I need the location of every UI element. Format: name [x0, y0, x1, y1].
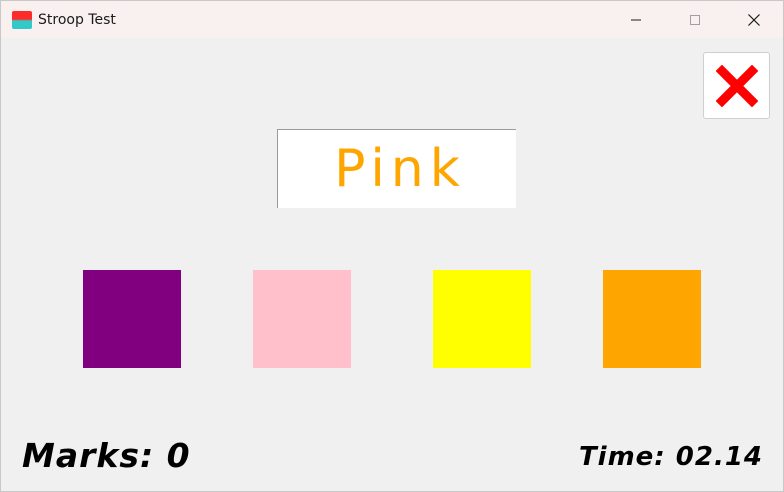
color-swatch-orange[interactable]: [603, 270, 701, 368]
minimize-button[interactable]: [607, 1, 665, 38]
window-title: Stroop Test: [38, 12, 116, 28]
color-swatch-purple[interactable]: [83, 270, 181, 368]
stimulus-word-box: Pink: [277, 129, 516, 208]
timer: Time: 02.14: [578, 442, 763, 472]
color-swatch-yellow[interactable]: [433, 270, 531, 368]
title-bar[interactable]: Stroop Test: [1, 1, 783, 38]
stimulus-word: Pink: [334, 139, 466, 199]
color-swatch-pink[interactable]: [253, 270, 351, 368]
app-icon: [12, 11, 32, 29]
close-button[interactable]: [725, 1, 783, 38]
maximize-button[interactable]: [666, 1, 724, 38]
red-x-icon: [715, 64, 758, 107]
marks-score: Marks: 0: [22, 436, 191, 475]
minimize-icon: [631, 19, 641, 20]
app-window: Stroop Test Pink Marks: 0 Time: 02.14: [0, 0, 784, 492]
maximize-icon: [690, 14, 700, 25]
close-icon: [748, 13, 760, 26]
exit-game-button[interactable]: [703, 52, 770, 119]
